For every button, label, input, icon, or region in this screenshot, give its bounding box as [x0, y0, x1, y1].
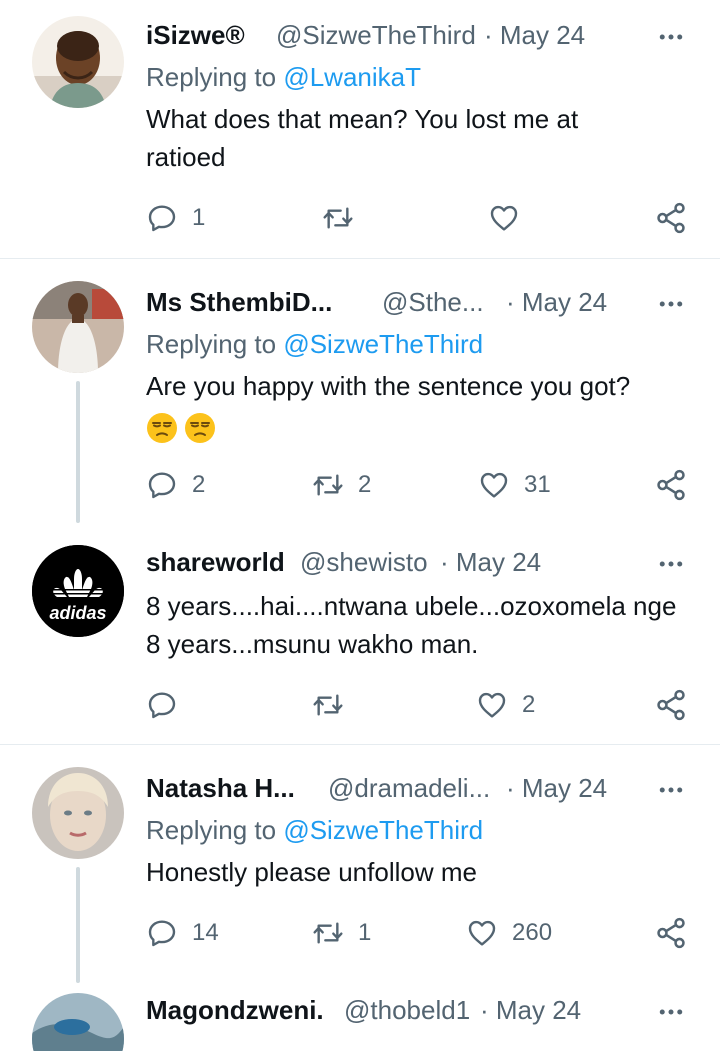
avatar[interactable] — [32, 993, 124, 1051]
like-button[interactable]: 31 — [478, 465, 551, 505]
reply-button[interactable]: 14 — [146, 913, 219, 953]
reply-count: 14 — [192, 919, 219, 946]
tweet-actions: 2 — [0, 685, 720, 725]
share-icon[interactable] — [654, 916, 688, 950]
avatar-logo-text: adidas — [49, 603, 107, 623]
user-handle[interactable]: @shewisto — [300, 547, 428, 578]
retweet-icon — [312, 917, 344, 949]
like-button[interactable]: 2 — [476, 685, 535, 725]
replying-to-link[interactable]: @SizweTheThird — [283, 329, 483, 359]
like-count: 2 — [522, 691, 536, 718]
more-options-icon[interactable] — [656, 775, 686, 805]
share-icon[interactable] — [654, 468, 688, 502]
avatar[interactable] — [32, 767, 124, 859]
user-handle[interactable]: @dramadeli... — [328, 773, 490, 804]
more-options-icon[interactable] — [656, 22, 686, 52]
tweet-text: Honestly please unfollow me — [146, 857, 477, 887]
retweet-count: 2 — [358, 471, 372, 498]
retweet-button[interactable] — [312, 685, 358, 725]
like-button[interactable] — [488, 198, 534, 238]
retweet-button[interactable] — [322, 198, 368, 238]
heart-icon — [476, 689, 508, 721]
tweet-header: iSizwe® @SizweTheThird · May 24 — [146, 20, 720, 54]
reply-count: 1 — [192, 204, 206, 231]
tweet-text: 8 years....hai....ntwana ubele...ozoxome… — [146, 591, 677, 659]
tweet-header: Ms SthembiD... @Sthe... · May 24 — [146, 287, 720, 321]
tweet-date[interactable]: · May 24 — [484, 20, 585, 51]
reply-bubble-icon — [146, 689, 178, 721]
user-handle[interactable]: @thobeld1 — [344, 995, 470, 1026]
display-name[interactable]: shareworld — [146, 547, 285, 578]
retweet-count: 1 — [358, 919, 372, 946]
tweet-date[interactable]: · May 24 — [480, 995, 581, 1026]
replying-prefix: Replying to — [146, 815, 284, 845]
emoji-row: 😒😒 — [146, 405, 686, 443]
more-options-icon[interactable] — [656, 997, 686, 1027]
user-handle[interactable]: @SizweTheThird — [276, 20, 476, 51]
tweet[interactable]: Magondzweni. @thobeld1 · May 24 — [0, 983, 720, 1051]
display-name[interactable]: Natasha H... — [146, 773, 295, 804]
avatar[interactable] — [32, 16, 124, 108]
like-button[interactable]: 260 — [466, 913, 552, 953]
heart-icon — [466, 917, 498, 949]
replying-to-link[interactable]: @LwanikaT — [283, 62, 421, 92]
share-icon[interactable] — [654, 201, 688, 235]
more-options-icon[interactable] — [656, 549, 686, 579]
more-options-icon[interactable] — [656, 289, 686, 319]
like-count: 31 — [524, 471, 551, 498]
tweet-header: Magondzweni. @thobeld1 · May 24 — [146, 995, 720, 1029]
tweet[interactable]: Natasha H... @dramadeli... · May 24 Repl… — [0, 745, 720, 983]
share-icon[interactable] — [654, 688, 688, 722]
replying-to: Replying to @SizweTheThird — [146, 815, 483, 846]
tweet[interactable]: iSizwe® @SizweTheThird · May 24 Replying… — [0, 0, 720, 258]
unamused-face-icon — [146, 412, 178, 444]
display-name[interactable]: Ms SthembiD... — [146, 287, 332, 318]
reply-bubble-icon — [146, 469, 178, 501]
tweet-text: What does that mean? You lost me at rati… — [146, 104, 579, 172]
like-count: 260 — [512, 919, 553, 946]
replying-prefix: Replying to — [146, 62, 284, 92]
avatar[interactable] — [32, 281, 124, 373]
display-name[interactable]: iSizwe® — [146, 20, 245, 51]
tweet-actions: 14 1 260 — [0, 913, 720, 953]
display-name[interactable]: Magondzweni. — [146, 995, 324, 1026]
tweet-header: Natasha H... @dramadeli... · May 24 — [146, 773, 720, 807]
tweet-date[interactable]: · May 24 — [506, 773, 607, 804]
retweet-icon — [322, 202, 354, 234]
tweet-actions: 1 — [0, 198, 720, 238]
reply-button[interactable] — [146, 685, 192, 725]
tweet[interactable]: Ms SthembiD... @Sthe... · May 24 Replyin… — [0, 259, 720, 529]
reply-bubble-icon — [146, 202, 178, 234]
tweet[interactable]: adidas shareworld @shewisto · May 24 8 y… — [0, 529, 720, 744]
tweet-date[interactable]: · May 24 — [440, 547, 541, 578]
retweet-button[interactable]: 1 — [312, 913, 371, 953]
tweet-header: shareworld @shewisto · May 24 — [146, 547, 720, 581]
replying-to-link[interactable]: @SizweTheThird — [283, 815, 483, 845]
replying-prefix: Replying to — [146, 329, 284, 359]
tweet-text-body: Are you happy with the sentence you got? — [146, 371, 631, 401]
tweet-text: Are you happy with the sentence you got?… — [146, 367, 686, 443]
reply-count: 2 — [192, 471, 206, 498]
tweet-date[interactable]: · May 24 — [506, 287, 607, 318]
retweet-icon — [312, 689, 344, 721]
heart-icon — [478, 469, 510, 501]
retweet-icon — [312, 469, 344, 501]
reply-button[interactable]: 1 — [146, 198, 205, 238]
replying-to: Replying to @SizweTheThird — [146, 329, 483, 360]
reply-button[interactable]: 2 — [146, 465, 205, 505]
retweet-button[interactable]: 2 — [312, 465, 371, 505]
tweet-actions: 2 2 31 — [0, 465, 720, 505]
reply-bubble-icon — [146, 917, 178, 949]
avatar[interactable]: adidas — [32, 545, 124, 637]
unamused-face-icon — [184, 412, 216, 444]
heart-icon — [488, 202, 520, 234]
replying-to: Replying to @LwanikaT — [146, 62, 421, 93]
user-handle[interactable]: @Sthe... — [382, 287, 484, 318]
